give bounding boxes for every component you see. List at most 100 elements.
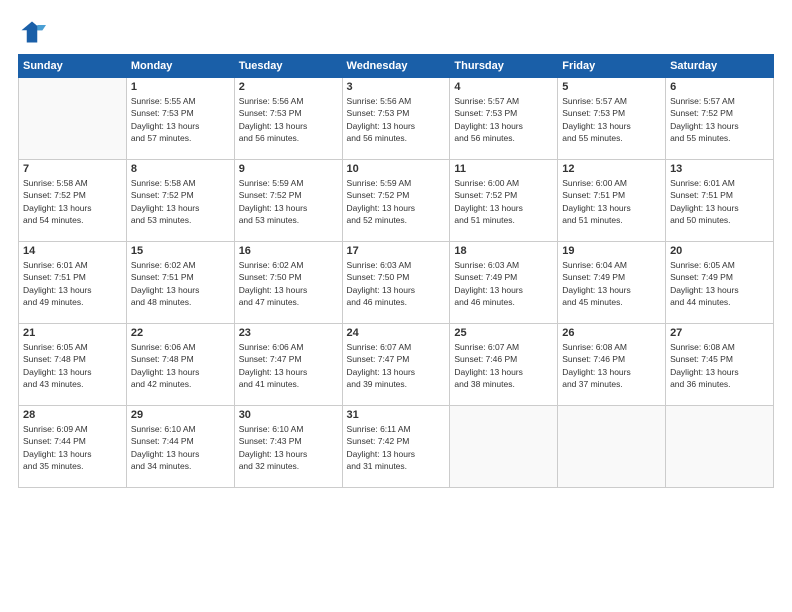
calendar-cell: 5Sunrise: 5:57 AMSunset: 7:53 PMDaylight… <box>558 78 666 160</box>
weekday-header-row: SundayMondayTuesdayWednesdayThursdayFrid… <box>19 55 774 78</box>
calendar-cell: 12 Sunrise: 6:00 AMSunset: 7:51 PMDayligh… <box>558 160 666 242</box>
calendar-cell: 10Sunrise: 5:59 AMSunset: 7:52 PMDayligh… <box>342 160 450 242</box>
day-number: 15 <box>131 245 230 257</box>
day-info: Sunrise: 6:10 AMSunset: 7:43 PMDaylight:… <box>239 423 338 472</box>
day-number: 19 <box>562 245 661 257</box>
calendar-cell: 24 Sunrise: 6:07 AMSunset: 7:47 PMDayligh… <box>342 324 450 406</box>
day-info: Sunrise: 5:59 AMSunset: 7:52 PMDaylight:… <box>347 177 446 226</box>
calendar-cell: 29 Sunrise: 6:10 AMSunset: 7:44 PMDayligh… <box>126 406 234 488</box>
day-number: 8 <box>131 163 230 175</box>
day-number: 21 <box>23 327 122 339</box>
day-info: Sunrise: 6:02 AMSunset: 7:50 PMDaylight:… <box>239 259 338 308</box>
day-number: 18 <box>454 245 553 257</box>
day-number: 31 <box>347 409 446 421</box>
calendar-cell: 25Sunrise: 6:07 AMSunset: 7:46 PMDayligh… <box>450 324 558 406</box>
day-info: Sunrise: 6:00 AMSunset: 7:51 PMDaylight:… <box>562 177 661 226</box>
day-info: Sunrise: 6:02 AMSunset: 7:51 PMDaylight:… <box>131 259 230 308</box>
weekday-header-monday: Monday <box>126 55 234 78</box>
calendar-cell <box>558 406 666 488</box>
header <box>18 18 774 46</box>
day-number: 2 <box>239 81 338 93</box>
calendar-cell: 7 Sunrise: 5:58 AMSunset: 7:52 PMDaylight… <box>19 160 127 242</box>
day-info: Sunrise: 6:05 AMSunset: 7:49 PMDaylight:… <box>670 259 769 308</box>
day-info: Sunrise: 5:57 AMSunset: 7:53 PMDaylight:… <box>562 95 661 144</box>
day-info: Sunrise: 5:58 AMSunset: 7:52 PMDaylight:… <box>131 177 230 226</box>
page: SundayMondayTuesdayWednesdayThursdayFrid… <box>0 0 792 612</box>
day-number: 28 <box>23 409 122 421</box>
week-row-4: 21 Sunrise: 6:05 AMSunset: 7:48 PMDayligh… <box>19 324 774 406</box>
day-number: 17 <box>347 245 446 257</box>
day-number: 25 <box>454 327 553 339</box>
day-info: Sunrise: 6:05 AMSunset: 7:48 PMDaylight:… <box>23 341 122 390</box>
calendar-cell: 6 Sunrise: 5:57 AMSunset: 7:52 PMDaylight… <box>666 78 774 160</box>
day-number: 20 <box>670 245 769 257</box>
day-info: Sunrise: 6:11 AMSunset: 7:42 PMDaylight:… <box>347 423 446 472</box>
day-number: 24 <box>347 327 446 339</box>
calendar-cell: 28 Sunrise: 6:09 AMSunset: 7:44 PMDayligh… <box>19 406 127 488</box>
day-info: Sunrise: 6:10 AMSunset: 7:44 PMDaylight:… <box>131 423 230 472</box>
calendar-cell: 18 Sunrise: 6:03 AMSunset: 7:49 PMDayligh… <box>450 242 558 324</box>
logo-icon <box>18 18 46 46</box>
day-info: Sunrise: 6:03 AMSunset: 7:49 PMDaylight:… <box>454 259 553 308</box>
week-row-5: 28 Sunrise: 6:09 AMSunset: 7:44 PMDayligh… <box>19 406 774 488</box>
calendar-cell: 20 Sunrise: 6:05 AMSunset: 7:49 PMDayligh… <box>666 242 774 324</box>
day-info: Sunrise: 6:06 AMSunset: 7:47 PMDaylight:… <box>239 341 338 390</box>
day-number: 6 <box>670 81 769 93</box>
day-info: Sunrise: 5:58 AMSunset: 7:52 PMDaylight:… <box>23 177 122 226</box>
day-info: Sunrise: 5:57 AMSunset: 7:52 PMDaylight:… <box>670 95 769 144</box>
day-number: 27 <box>670 327 769 339</box>
day-info: Sunrise: 6:00 AMSunset: 7:52 PMDaylight:… <box>454 177 553 226</box>
day-info: Sunrise: 6:01 AMSunset: 7:51 PMDaylight:… <box>23 259 122 308</box>
day-info: Sunrise: 5:55 AMSunset: 7:53 PMDaylight:… <box>131 95 230 144</box>
calendar-cell: 27 Sunrise: 6:08 AMSunset: 7:45 PMDayligh… <box>666 324 774 406</box>
weekday-header-friday: Friday <box>558 55 666 78</box>
day-info: Sunrise: 5:56 AMSunset: 7:53 PMDaylight:… <box>239 95 338 144</box>
weekday-header-thursday: Thursday <box>450 55 558 78</box>
day-info: Sunrise: 6:09 AMSunset: 7:44 PMDaylight:… <box>23 423 122 472</box>
calendar-cell: 15 Sunrise: 6:02 AMSunset: 7:51 PMDayligh… <box>126 242 234 324</box>
calendar-cell: 22 Sunrise: 6:06 AMSunset: 7:48 PMDayligh… <box>126 324 234 406</box>
calendar-cell: 3 Sunrise: 5:56 AMSunset: 7:53 PMDaylight… <box>342 78 450 160</box>
day-number: 26 <box>562 327 661 339</box>
calendar-cell <box>450 406 558 488</box>
day-info: Sunrise: 6:01 AMSunset: 7:51 PMDaylight:… <box>670 177 769 226</box>
calendar-cell: 16Sunrise: 6:02 AMSunset: 7:50 PMDayligh… <box>234 242 342 324</box>
calendar-cell: 14 Sunrise: 6:01 AMSunset: 7:51 PMDayligh… <box>19 242 127 324</box>
day-number: 23 <box>239 327 338 339</box>
day-number: 14 <box>23 245 122 257</box>
day-number: 4 <box>454 81 553 93</box>
day-number: 12 <box>562 163 661 175</box>
week-row-3: 14 Sunrise: 6:01 AMSunset: 7:51 PMDayligh… <box>19 242 774 324</box>
weekday-header-wednesday: Wednesday <box>342 55 450 78</box>
day-info: Sunrise: 6:07 AMSunset: 7:47 PMDaylight:… <box>347 341 446 390</box>
day-number: 30 <box>239 409 338 421</box>
calendar-cell: 26 Sunrise: 6:08 AMSunset: 7:46 PMDayligh… <box>558 324 666 406</box>
logo <box>18 18 50 46</box>
day-info: Sunrise: 6:08 AMSunset: 7:46 PMDaylight:… <box>562 341 661 390</box>
day-info: Sunrise: 6:03 AMSunset: 7:50 PMDaylight:… <box>347 259 446 308</box>
calendar-cell: 4 Sunrise: 5:57 AMSunset: 7:53 PMDaylight… <box>450 78 558 160</box>
weekday-header-tuesday: Tuesday <box>234 55 342 78</box>
day-info: Sunrise: 5:59 AMSunset: 7:52 PMDaylight:… <box>239 177 338 226</box>
calendar-cell: 9Sunrise: 5:59 AMSunset: 7:52 PMDaylight… <box>234 160 342 242</box>
day-info: Sunrise: 6:08 AMSunset: 7:45 PMDaylight:… <box>670 341 769 390</box>
day-number: 3 <box>347 81 446 93</box>
day-info: Sunrise: 6:06 AMSunset: 7:48 PMDaylight:… <box>131 341 230 390</box>
calendar-cell <box>666 406 774 488</box>
day-number: 29 <box>131 409 230 421</box>
day-info: Sunrise: 6:04 AMSunset: 7:49 PMDaylight:… <box>562 259 661 308</box>
calendar-cell: 13 Sunrise: 6:01 AMSunset: 7:51 PMDayligh… <box>666 160 774 242</box>
day-number: 7 <box>23 163 122 175</box>
weekday-header-saturday: Saturday <box>666 55 774 78</box>
day-info: Sunrise: 5:56 AMSunset: 7:53 PMDaylight:… <box>347 95 446 144</box>
day-info: Sunrise: 5:57 AMSunset: 7:53 PMDaylight:… <box>454 95 553 144</box>
calendar-cell: 11Sunrise: 6:00 AMSunset: 7:52 PMDayligh… <box>450 160 558 242</box>
calendar-cell: 19 Sunrise: 6:04 AMSunset: 7:49 PMDayligh… <box>558 242 666 324</box>
day-number: 1 <box>131 81 230 93</box>
calendar-cell: 30 Sunrise: 6:10 AMSunset: 7:43 PMDayligh… <box>234 406 342 488</box>
calendar-cell: 31 Sunrise: 6:11 AMSunset: 7:42 PMDayligh… <box>342 406 450 488</box>
day-number: 22 <box>131 327 230 339</box>
week-row-1: 1 Sunrise: 5:55 AMSunset: 7:53 PMDaylight… <box>19 78 774 160</box>
day-number: 13 <box>670 163 769 175</box>
weekday-header-sunday: Sunday <box>19 55 127 78</box>
